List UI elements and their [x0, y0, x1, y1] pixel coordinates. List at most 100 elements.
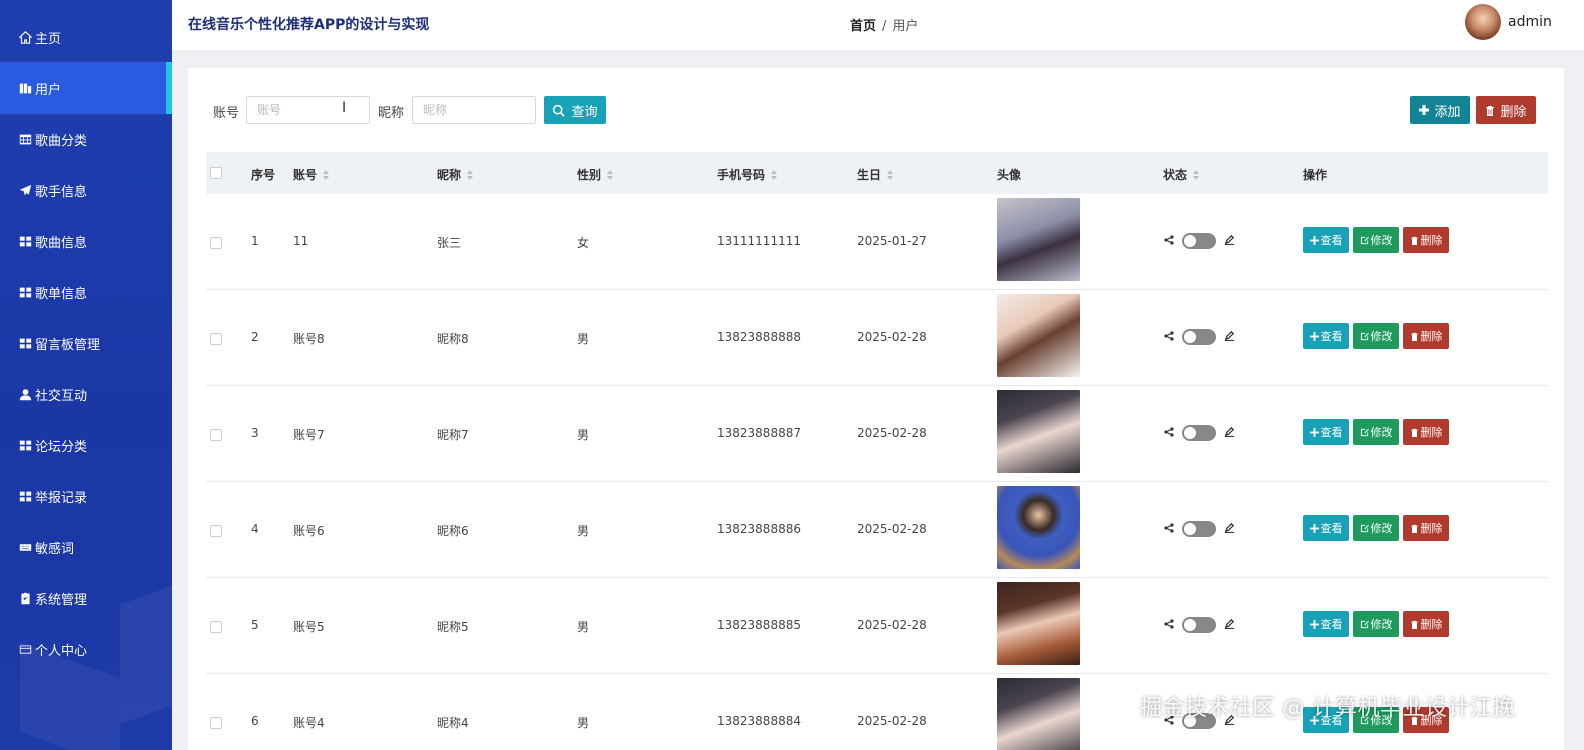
- account-search-input[interactable]: [246, 96, 370, 124]
- cell-birthday: 2025-02-28: [857, 714, 927, 728]
- pencil-icon[interactable]: [1224, 522, 1235, 537]
- sidebar-item-system-management[interactable]: 系统管理: [0, 572, 172, 624]
- view-button[interactable]: 查看: [1303, 515, 1349, 541]
- status-toggle[interactable]: [1182, 233, 1216, 249]
- pencil-icon[interactable]: [1224, 618, 1235, 633]
- row-checkbox[interactable]: [210, 429, 222, 441]
- cell-birthday: 2025-02-28: [857, 426, 927, 440]
- grid-icon: [18, 234, 32, 248]
- row-checkbox[interactable]: [210, 525, 222, 537]
- column-header-account[interactable]: 账号: [293, 166, 330, 183]
- avatar-image[interactable]: [997, 486, 1080, 569]
- add-button[interactable]: 添加: [1410, 96, 1470, 124]
- sidebar-item-playlist-info[interactable]: 歌单信息: [0, 266, 172, 318]
- table-row: 4 账号6 昵称6 男 13823888886 2025-02-28 查看 修改…: [206, 482, 1548, 578]
- table-row: 5 账号5 昵称5 男 13823888885 2025-02-28 查看 修改…: [206, 578, 1548, 674]
- row-actions: 查看 修改 删除: [1303, 323, 1449, 349]
- edit-button[interactable]: 修改: [1353, 323, 1399, 349]
- delete-button[interactable]: 删除: [1403, 515, 1449, 541]
- sort-icon[interactable]: [607, 169, 614, 180]
- column-header-label: 账号: [293, 168, 318, 182]
- sort-icon[interactable]: [1193, 169, 1200, 180]
- sidebar-item-sensitive-words[interactable]: 敏感词: [0, 521, 172, 573]
- breadcrumb-separator: /: [882, 19, 887, 34]
- avatar-image[interactable]: [997, 294, 1080, 377]
- edit-button[interactable]: 修改: [1353, 227, 1399, 253]
- column-header-birthday[interactable]: 生日: [857, 166, 894, 183]
- edit-button[interactable]: 修改: [1353, 515, 1399, 541]
- query-button[interactable]: 查询: [544, 96, 606, 124]
- share-icon[interactable]: [1164, 330, 1174, 345]
- column-header-phone[interactable]: 手机号码: [717, 166, 778, 183]
- grid-icon: [18, 285, 32, 299]
- avatar-image[interactable]: [997, 582, 1080, 665]
- sidebar-item-report-records[interactable]: 举报记录: [0, 470, 172, 522]
- trash-icon: [1410, 332, 1418, 341]
- sort-icon[interactable]: [323, 169, 330, 180]
- row-checkbox[interactable]: [210, 621, 222, 633]
- sort-icon[interactable]: [467, 169, 474, 180]
- column-header-nickname[interactable]: 昵称: [437, 166, 474, 183]
- share-icon[interactable]: [1164, 522, 1174, 537]
- plus-icon: [1309, 427, 1319, 437]
- view-button[interactable]: 查看: [1303, 227, 1349, 253]
- sidebar-item-home[interactable]: 主页: [0, 11, 172, 63]
- view-button-label: 查看: [1320, 522, 1343, 535]
- view-button[interactable]: 查看: [1303, 419, 1349, 445]
- select-all-checkbox[interactable]: [210, 167, 222, 179]
- breadcrumb-home[interactable]: 首页: [850, 19, 876, 34]
- sidebar-item-song-info[interactable]: 歌曲信息: [0, 215, 172, 267]
- sort-icon[interactable]: [771, 169, 778, 180]
- status-toggle[interactable]: [1182, 521, 1216, 537]
- row-checkbox[interactable]: [210, 237, 222, 249]
- cell-index: 2: [251, 330, 259, 344]
- trash-icon: [1410, 236, 1418, 245]
- status-toggle[interactable]: [1182, 329, 1216, 345]
- cell-nickname: 张三: [437, 236, 462, 250]
- share-icon[interactable]: [1164, 234, 1174, 249]
- status-toggle[interactable]: [1182, 617, 1216, 633]
- sidebar-item-message-board[interactable]: 留言板管理: [0, 317, 172, 369]
- pencil-icon[interactable]: [1224, 234, 1235, 249]
- sidebar-item-personal-center[interactable]: 个人中心: [0, 623, 172, 675]
- share-icon[interactable]: [1164, 426, 1174, 441]
- username[interactable]: admin: [1508, 14, 1552, 30]
- user-avatar[interactable]: [1465, 4, 1501, 40]
- delete-button[interactable]: 删除: [1403, 419, 1449, 445]
- sidebar-item-forum-category[interactable]: 论坛分类: [0, 419, 172, 471]
- sidebar-item-social[interactable]: 社交互动: [0, 368, 172, 420]
- delete-button[interactable]: 删除: [1403, 227, 1449, 253]
- app-title: 在线音乐个性化推荐APP的设计与实现: [188, 17, 430, 33]
- delete-button-label: 删除: [1420, 426, 1443, 439]
- status-toggle[interactable]: [1182, 425, 1216, 441]
- keyboard-icon: [18, 540, 32, 554]
- pencil-icon[interactable]: [1224, 426, 1235, 441]
- avatar-image[interactable]: [997, 678, 1080, 750]
- view-button[interactable]: 查看: [1303, 323, 1349, 349]
- column-header-status[interactable]: 状态: [1163, 166, 1200, 183]
- share-icon[interactable]: [1164, 618, 1174, 633]
- avatar-image[interactable]: [997, 198, 1080, 281]
- delete-button[interactable]: 删除: [1403, 323, 1449, 349]
- column-header-label: 生日: [857, 168, 882, 182]
- delete-button[interactable]: 删除: [1403, 611, 1449, 637]
- sidebar-item-singer-info[interactable]: 歌手信息: [0, 164, 172, 216]
- pencil-icon[interactable]: [1224, 330, 1235, 345]
- trash-icon: [1410, 620, 1418, 629]
- nickname-search-input[interactable]: [412, 96, 536, 124]
- edit-button[interactable]: 修改: [1353, 611, 1399, 637]
- cell-phone: 13823888888: [717, 330, 801, 344]
- row-checkbox[interactable]: [210, 333, 222, 345]
- batch-delete-button[interactable]: 删除: [1476, 96, 1536, 124]
- sidebar-item-song-category[interactable]: 歌曲分类: [0, 113, 172, 165]
- cell-gender: 男: [577, 716, 590, 730]
- sidebar-item-label: 社交互动: [35, 388, 88, 404]
- sidebar-item-users[interactable]: 用户: [0, 62, 172, 114]
- edit-button[interactable]: 修改: [1353, 419, 1399, 445]
- column-header-gender[interactable]: 性别: [577, 166, 614, 183]
- avatar-image[interactable]: [997, 390, 1080, 473]
- row-checkbox[interactable]: [210, 717, 222, 729]
- sort-icon[interactable]: [887, 169, 894, 180]
- sidebar-item-label: 系统管理: [35, 592, 88, 608]
- view-button[interactable]: 查看: [1303, 611, 1349, 637]
